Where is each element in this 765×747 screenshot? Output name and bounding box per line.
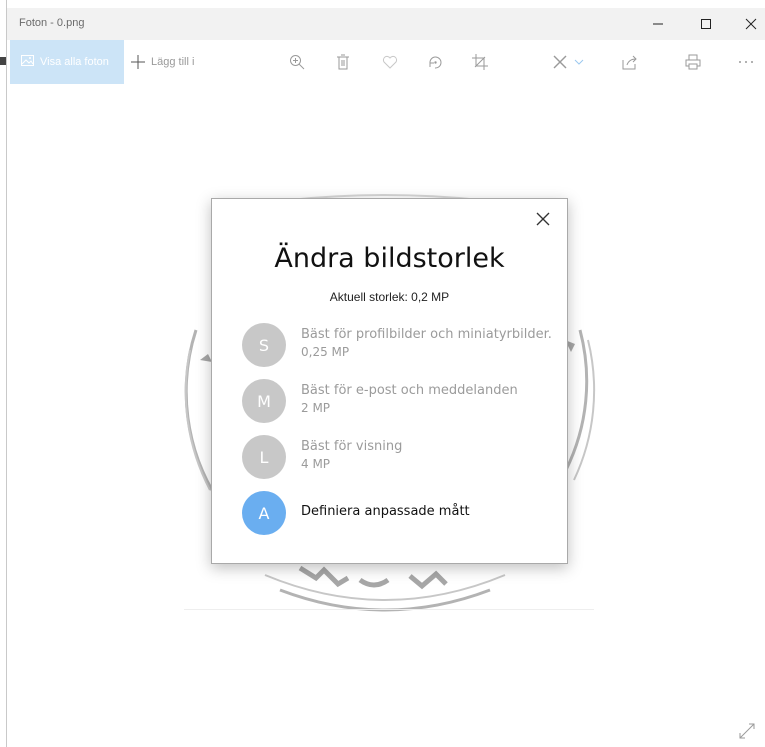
zoom-in-icon (290, 55, 305, 70)
option-letter-badge: S (242, 323, 286, 367)
option-size: 2 MP (301, 401, 331, 415)
option-letter-badge: L (242, 435, 286, 479)
maximize-button[interactable] (686, 8, 726, 40)
edit-icon (553, 55, 567, 69)
window-edge-marker (0, 57, 6, 65)
option-large[interactable]: L Bäst för visning 4 MP (242, 435, 562, 481)
option-description: Bäst för e-post och meddelanden (301, 383, 518, 398)
crop-button[interactable] (470, 52, 490, 72)
chevron-down-icon (574, 59, 584, 65)
more-icon (739, 61, 753, 63)
more-button[interactable] (736, 52, 756, 72)
toolbar: Visa alla foton Lägg till i (7, 40, 765, 84)
minimize-button[interactable] (638, 8, 678, 40)
edit-create-button[interactable] (550, 52, 586, 72)
favorite-button[interactable] (380, 52, 400, 72)
view-all-photos-label: Visa alla foton (40, 56, 109, 68)
minimize-icon (653, 23, 663, 25)
add-to-label: Lägg till i (151, 56, 195, 68)
option-medium[interactable]: M Bäst för e-post och meddelanden 2 MP (242, 379, 562, 425)
expand-icon (739, 723, 755, 739)
option-size: 4 MP (301, 457, 331, 471)
view-all-photos-button[interactable]: Visa alla foton (10, 40, 124, 84)
zoom-in-button[interactable] (287, 52, 307, 72)
delete-button[interactable] (333, 52, 353, 72)
close-button[interactable] (731, 8, 765, 40)
close-icon (745, 18, 757, 30)
share-button[interactable] (620, 52, 640, 72)
current-size-text: Aktuell storlek: 0,2 MP (329, 290, 450, 304)
canvas-divider (184, 609, 594, 610)
photo-icon (21, 53, 34, 71)
rotate-icon (429, 56, 442, 69)
rotate-button[interactable] (425, 52, 445, 72)
option-size: 0,25 MP (301, 345, 350, 359)
add-to-button[interactable]: Lägg till i (131, 40, 194, 84)
window-title: Foton - 0.png (19, 17, 85, 29)
share-icon (622, 55, 637, 70)
window-border (6, 0, 7, 747)
option-letter-badge: M (242, 379, 286, 423)
option-small[interactable]: S Bäst för profilbilder och miniatyrbild… (242, 323, 562, 369)
maximize-icon (701, 19, 711, 29)
dialog-title: Ändra bildstorlek (274, 243, 505, 274)
close-icon (536, 212, 550, 226)
fullscreen-button[interactable] (738, 722, 756, 740)
plus-icon (131, 55, 145, 69)
option-letter-badge: A (242, 491, 286, 535)
print-button[interactable] (683, 52, 703, 72)
option-description: Bäst för profilbilder och miniatyrbilder… (301, 327, 552, 342)
option-custom[interactable]: A Definiera anpassade mått (242, 491, 562, 537)
favorite-icon (382, 55, 398, 69)
delete-icon (337, 54, 349, 70)
option-description: Definiera anpassade mått (301, 504, 470, 519)
resize-dialog: Ändra bildstorlek Aktuell storlek: 0,2 M… (211, 198, 568, 564)
dialog-close-button[interactable] (533, 209, 553, 229)
print-icon (685, 54, 701, 70)
crop-icon (472, 54, 488, 70)
title-bar: Foton - 0.png (7, 8, 765, 40)
option-description: Bäst för visning (301, 439, 403, 454)
